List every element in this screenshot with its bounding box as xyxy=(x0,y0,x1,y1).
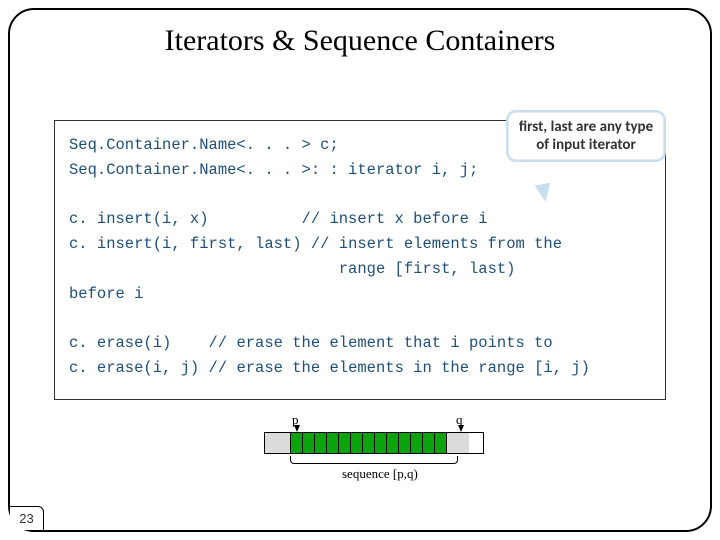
arrow-down-icon xyxy=(294,425,300,432)
bar-cell xyxy=(387,433,399,453)
bar-cell xyxy=(363,433,375,453)
bar-cell xyxy=(351,433,363,453)
code-line: c. insert(i, x) // insert x before i xyxy=(69,207,651,232)
label-sequence: sequence [p,q) xyxy=(342,466,418,482)
bar-cell xyxy=(423,433,435,453)
code-comment: // insert x before i xyxy=(302,210,488,228)
code-line xyxy=(69,183,651,208)
code-line: c. erase(i) // erase the element that i … xyxy=(69,331,651,356)
code-line: c. erase(i, j) // erase the elements in … xyxy=(69,356,651,381)
code-line: before i xyxy=(69,282,651,307)
code-call: c. erase(i) xyxy=(69,334,171,352)
code-box: Seq.Container.Name<. . . > c; Seq.Contai… xyxy=(54,120,666,400)
code-comment: // erase the element that i points to xyxy=(209,334,553,352)
bar-cell xyxy=(399,433,411,453)
bar-outside-left xyxy=(265,433,291,453)
bar-cell xyxy=(375,433,387,453)
callout-pointer xyxy=(535,183,554,204)
bracket-icon xyxy=(290,456,458,464)
bar-cell xyxy=(291,433,303,453)
code-line xyxy=(69,307,651,332)
bar-cell xyxy=(411,433,423,453)
bar-cell xyxy=(435,433,447,453)
sequence-diagram: p q sequence [p,q) xyxy=(264,414,484,486)
code-line: range [first, last) xyxy=(69,257,651,282)
code-comment: range [first, last) xyxy=(339,260,516,278)
bar-cell xyxy=(327,433,339,453)
code-comment: // erase the elements in the range [i, j… xyxy=(209,359,590,377)
slide-title: Iterators & Sequence Containers xyxy=(10,24,710,58)
code-call: c. erase(i, j) xyxy=(69,359,199,377)
code-call: c. insert(i, x) xyxy=(69,210,209,228)
code-call: c. insert(i, first, last) xyxy=(69,235,302,253)
code-comment: // insert elements from the xyxy=(311,235,562,253)
bar-cell xyxy=(303,433,315,453)
bar-cell xyxy=(315,433,327,453)
code-line: c. insert(i, first, last) // insert elem… xyxy=(69,232,651,257)
page-number: 23 xyxy=(10,506,44,530)
bar-strip xyxy=(264,432,484,454)
bar-cell xyxy=(339,433,351,453)
callout-note: first, last are any type of input iterat… xyxy=(506,110,666,162)
arrow-down-icon xyxy=(458,425,464,432)
bar-outside-right xyxy=(447,433,469,453)
slide-frame: Iterators & Sequence Containers first, l… xyxy=(8,8,712,532)
